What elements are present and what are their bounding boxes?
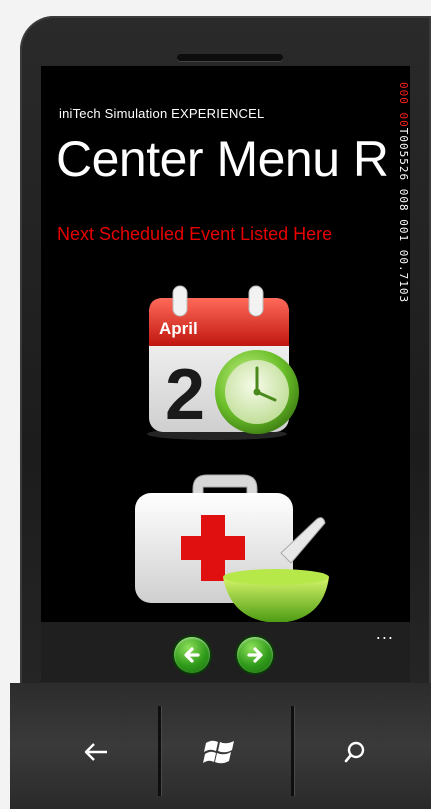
page-title: Center Menu R (56, 131, 389, 187)
key-divider (291, 706, 294, 796)
medical-kit-icon[interactable] (131, 471, 331, 631)
right-arrow-icon (247, 647, 263, 663)
more-options-button[interactable]: ... (376, 624, 394, 643)
forward-nav-button[interactable] (237, 637, 273, 673)
calendar-month-label: April (159, 319, 198, 338)
counter-white: T005526 008 001 00.7103 (397, 127, 410, 304)
hardware-search-button[interactable] (333, 730, 377, 774)
back-arrow-icon (84, 743, 107, 761)
search-icon (344, 741, 365, 763)
calendar-clock-icon[interactable]: April 2 (139, 284, 309, 444)
next-event-text: Next Scheduled Event Listed Here (57, 224, 333, 244)
back-nav-button[interactable] (174, 637, 210, 673)
app-title: iniTech Simulation EXPERIENCEL (59, 106, 265, 121)
phone-screen: iniTech Simulation EXPERIENCEL Center Me… (41, 66, 410, 682)
hardware-start-button[interactable] (198, 730, 242, 774)
left-arrow-icon (184, 647, 200, 663)
counter-red: 000 00 (397, 82, 410, 128)
application-bar: ... (41, 622, 410, 682)
calendar-day-label: 2 (165, 355, 205, 435)
speaker-grille (177, 54, 283, 61)
windows-logo-icon (203, 740, 234, 764)
hardware-back-button[interactable] (74, 730, 118, 774)
frame-counter: 000 00T005526 008 001 00.7103 (394, 82, 410, 372)
key-divider (158, 706, 161, 796)
